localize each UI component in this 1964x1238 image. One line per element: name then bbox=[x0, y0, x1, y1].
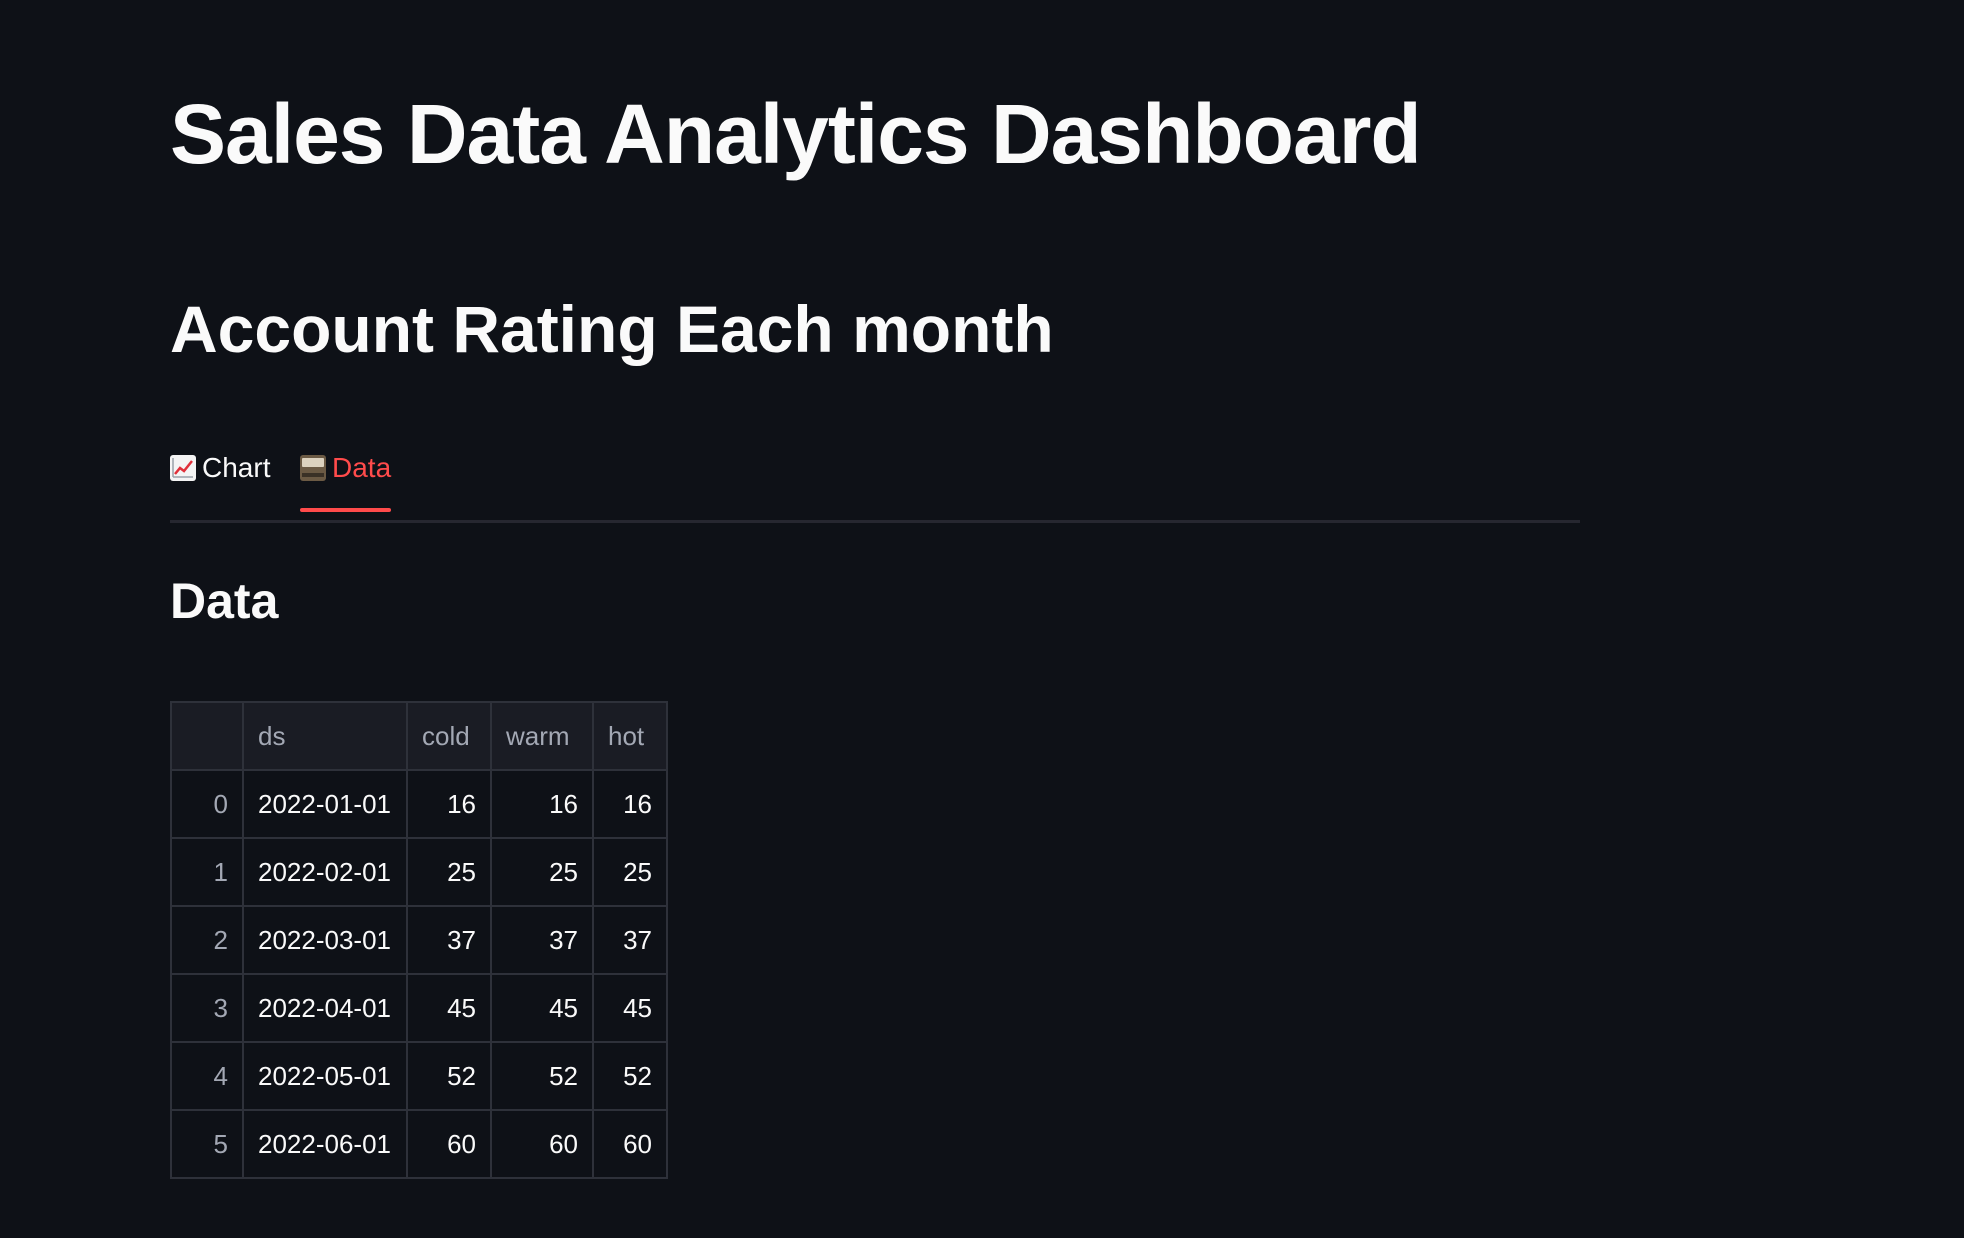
table-row: 0 2022-01-01 16 16 16 bbox=[170, 769, 668, 839]
tab-bar: Chart Data bbox=[170, 448, 1580, 523]
cell-ds[interactable]: 2022-06-01 bbox=[242, 1109, 408, 1179]
tab-data-label: Data bbox=[332, 452, 392, 483]
cell-cold[interactable]: 52 bbox=[406, 1041, 492, 1111]
row-index: 1 bbox=[170, 837, 244, 907]
cell-ds[interactable]: 2022-05-01 bbox=[242, 1041, 408, 1111]
row-index: 5 bbox=[170, 1109, 244, 1179]
cell-warm[interactable]: 52 bbox=[490, 1041, 594, 1111]
cell-warm[interactable]: 60 bbox=[490, 1109, 594, 1179]
cell-ds[interactable]: 2022-02-01 bbox=[242, 837, 408, 907]
cell-hot[interactable]: 52 bbox=[592, 1041, 668, 1111]
column-header-cold[interactable]: cold bbox=[406, 701, 492, 771]
page-title: Sales Data Analytics Dashboard bbox=[170, 87, 1422, 181]
cell-cold[interactable]: 37 bbox=[406, 905, 492, 975]
cell-cold[interactable]: 45 bbox=[406, 973, 492, 1043]
table-row: 3 2022-04-01 45 45 45 bbox=[170, 973, 668, 1043]
row-index: 2 bbox=[170, 905, 244, 975]
section-subheader: Account Rating Each month bbox=[170, 292, 1054, 366]
cell-hot[interactable]: 16 bbox=[592, 769, 668, 839]
cell-cold[interactable]: 25 bbox=[406, 837, 492, 907]
cell-ds[interactable]: 2022-03-01 bbox=[242, 905, 408, 975]
cell-cold[interactable]: 60 bbox=[406, 1109, 492, 1179]
data-heading: Data bbox=[170, 573, 279, 629]
cell-ds[interactable]: 2022-04-01 bbox=[242, 973, 408, 1043]
cell-hot[interactable]: 37 bbox=[592, 905, 668, 975]
cell-hot[interactable]: 45 bbox=[592, 973, 668, 1043]
column-header-warm[interactable]: warm bbox=[490, 701, 594, 771]
table-row: 1 2022-02-01 25 25 25 bbox=[170, 837, 668, 907]
cell-ds[interactable]: 2022-01-01 bbox=[242, 769, 408, 839]
column-header-ds[interactable]: ds bbox=[242, 701, 408, 771]
table-header-row: ds cold warm hot bbox=[170, 701, 668, 771]
tab-chart[interactable]: Chart bbox=[170, 448, 270, 512]
table-row: 5 2022-06-01 60 60 60 bbox=[170, 1109, 668, 1179]
column-header-hot[interactable]: hot bbox=[592, 701, 668, 771]
cell-hot[interactable]: 25 bbox=[592, 837, 668, 907]
card-file-box-icon bbox=[300, 455, 326, 481]
table-row: 4 2022-05-01 52 52 52 bbox=[170, 1041, 668, 1111]
row-index: 4 bbox=[170, 1041, 244, 1111]
cell-warm[interactable]: 37 bbox=[490, 905, 594, 975]
table-row: 2 2022-03-01 37 37 37 bbox=[170, 905, 668, 975]
cell-cold[interactable]: 16 bbox=[406, 769, 492, 839]
cell-warm[interactable]: 45 bbox=[490, 973, 594, 1043]
row-index: 3 bbox=[170, 973, 244, 1043]
cell-warm[interactable]: 16 bbox=[490, 769, 594, 839]
tab-chart-label: Chart bbox=[202, 452, 271, 483]
row-index: 0 bbox=[170, 769, 244, 839]
data-table: ds cold warm hot 0 2022-01-01 16 16 16 1… bbox=[170, 701, 668, 1179]
chart-increasing-icon bbox=[170, 455, 196, 481]
cell-warm[interactable]: 25 bbox=[490, 837, 594, 907]
index-column-header bbox=[170, 701, 244, 771]
tab-data[interactable]: Data bbox=[300, 448, 392, 512]
cell-hot[interactable]: 60 bbox=[592, 1109, 668, 1179]
